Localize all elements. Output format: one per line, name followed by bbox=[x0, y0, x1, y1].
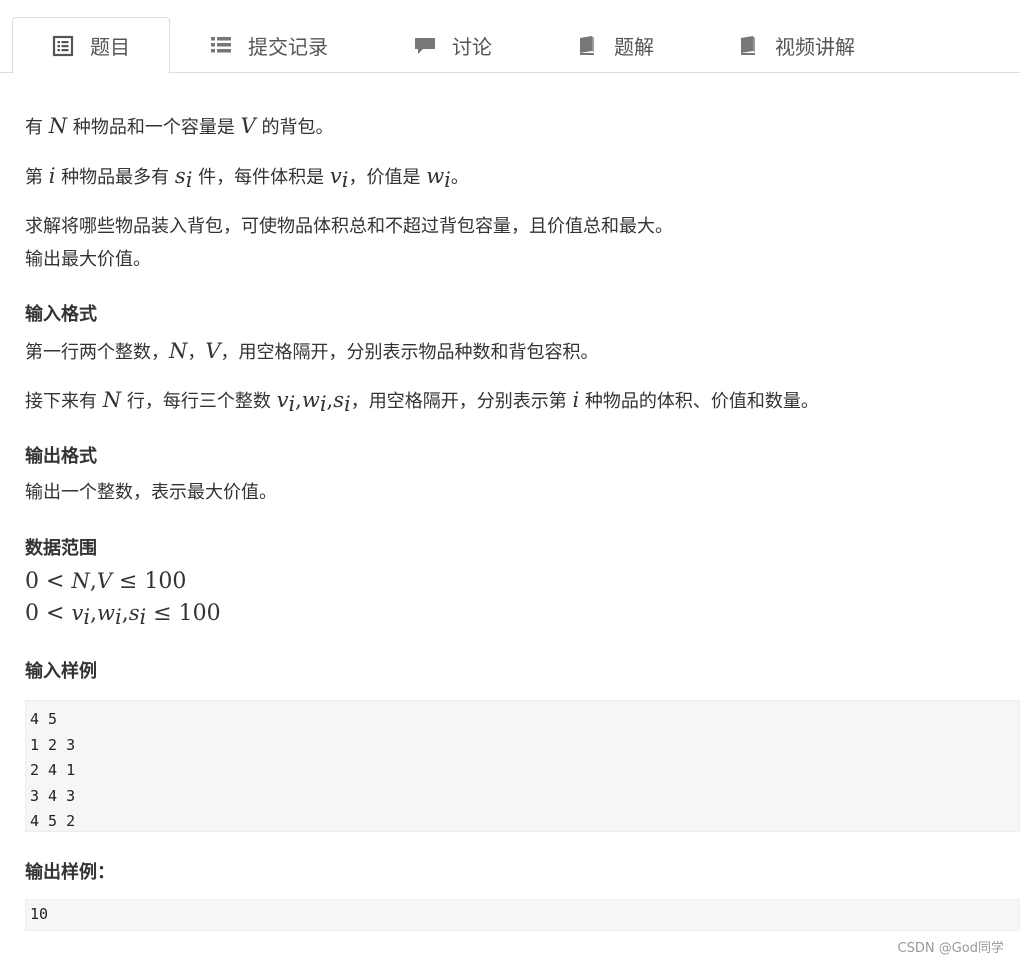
math-w: w bbox=[426, 164, 445, 188]
sample-input-block[interactable]: 4 5 1 2 3 2 4 1 3 4 3 4 5 2 bbox=[25, 700, 1020, 832]
text: 第 bbox=[25, 167, 49, 188]
math-V: V bbox=[205, 339, 221, 363]
math-s: s bbox=[174, 164, 186, 188]
math-comma: , bbox=[90, 601, 98, 626]
data-range-line-2: 0 < vi,wi,si ≤ 100 bbox=[25, 601, 221, 629]
tab-video-explanation[interactable]: 视频讲解 bbox=[737, 17, 855, 73]
sample-output-heading: 输出样例： bbox=[25, 862, 115, 883]
text: ，价值是 bbox=[348, 167, 427, 188]
sample-input-heading: 输入样例 bbox=[25, 661, 97, 682]
text: 种物品的体积、价值和数量。 bbox=[579, 391, 819, 412]
math-subscript: i bbox=[139, 605, 147, 629]
code-line: 1 2 3 bbox=[30, 735, 76, 754]
tab-discussion[interactable]: 讨论 bbox=[414, 17, 492, 73]
text: 接下来有 bbox=[25, 391, 103, 412]
tab-problem-label: 题目 bbox=[90, 35, 130, 59]
comment-icon bbox=[414, 34, 436, 56]
data-range-line-1: 0 < N,V ≤ 100 bbox=[25, 569, 186, 594]
tab-discussion-label: 讨论 bbox=[452, 34, 492, 59]
math-w: w bbox=[97, 601, 116, 625]
math-w: w bbox=[301, 388, 320, 412]
tab-submissions-label: 提交记录 bbox=[248, 34, 328, 59]
code-line: 4 5 2 bbox=[30, 812, 76, 830]
text: 第一行两个整数， bbox=[25, 342, 169, 363]
math-subscript: i bbox=[319, 392, 327, 416]
math-N: N bbox=[102, 388, 122, 412]
book-icon bbox=[576, 34, 598, 56]
output-format-heading: 输出格式 bbox=[25, 446, 97, 467]
data-range-heading: 数据范围 bbox=[25, 538, 97, 559]
math-operator: ≤ bbox=[118, 569, 138, 594]
math-N: N bbox=[71, 569, 90, 593]
math-number: 100 bbox=[178, 601, 221, 626]
tab-solutions-label: 题解 bbox=[614, 34, 654, 59]
description-line-4: 输出最大价值。 bbox=[25, 249, 151, 270]
tab-problem[interactable]: 题目 bbox=[12, 17, 170, 74]
math-number: 0 bbox=[25, 601, 39, 626]
math-number: 100 bbox=[144, 569, 187, 594]
math-operator: < bbox=[46, 569, 65, 594]
math-subscript: i bbox=[444, 168, 451, 192]
math-V: V bbox=[96, 569, 112, 593]
math-N: N bbox=[48, 114, 68, 138]
watermark: CSDN @God同学 bbox=[897, 941, 1004, 956]
description-line-1: 有 N 种物品和一个容量是 V 的背包。 bbox=[25, 113, 333, 141]
math-comma: , bbox=[89, 569, 97, 594]
math-number: 0 bbox=[25, 569, 39, 594]
code-line: 3 4 3 bbox=[30, 786, 76, 805]
math-s: s bbox=[333, 388, 345, 412]
problem-tabs: 题目 提交记录 讨论 题解 视频讲解 bbox=[0, 0, 1020, 74]
math-subscript: i bbox=[115, 605, 122, 629]
input-format-line-1: 第一行两个整数，N，V，用空格隔开，分别表示物品种数和背包容积。 bbox=[25, 338, 599, 366]
description-line-2: 第 i 种物品最多有 si 件，每件体积是 vi，价值是 wi。 bbox=[25, 163, 469, 191]
math-V: V bbox=[240, 114, 256, 138]
tab-video-explanation-label: 视频讲解 bbox=[775, 34, 855, 59]
text: 的背包。 bbox=[255, 117, 334, 138]
text: ，用空格隔开，分别表示物品种数和背包容积。 bbox=[220, 342, 599, 363]
text: 。 bbox=[450, 167, 469, 188]
math-operator: ≤ bbox=[153, 601, 172, 626]
text: 种物品最多有 bbox=[55, 167, 175, 188]
text: ， bbox=[187, 342, 206, 363]
text: 种物品和一个容量是 bbox=[67, 117, 241, 138]
text: 件，每件体积是 bbox=[192, 167, 330, 188]
tab-solutions[interactable]: 题解 bbox=[576, 17, 654, 73]
book-icon bbox=[737, 34, 759, 56]
document-list-icon bbox=[52, 35, 74, 57]
math-v: v bbox=[71, 601, 84, 625]
math-subscript: i bbox=[344, 392, 351, 416]
code-line: 2 4 1 bbox=[30, 761, 76, 779]
math-v: v bbox=[276, 388, 289, 412]
code-line: 4 5 bbox=[30, 710, 58, 728]
output-format-line: 输出一个整数，表示最大价值。 bbox=[25, 482, 277, 503]
code-line: 10 bbox=[30, 905, 49, 923]
text: ，用空格隔开，分别表示第 bbox=[350, 391, 573, 412]
math-N: N bbox=[169, 339, 188, 363]
math-s: s bbox=[128, 601, 140, 625]
text: 有 bbox=[25, 117, 49, 138]
tab-submissions[interactable]: 提交记录 bbox=[210, 17, 328, 73]
math-v: v bbox=[329, 164, 342, 188]
input-format-line-2: 接下来有 N 行，每行三个整数 vi,wi,si，用空格隔开，分别表示第 i 种… bbox=[25, 387, 819, 415]
sample-output-block[interactable]: 10 bbox=[25, 899, 1020, 931]
math-comma: , bbox=[121, 601, 129, 626]
text: 行，每行三个整数 bbox=[121, 391, 277, 412]
input-format-heading: 输入格式 bbox=[25, 304, 97, 325]
list-icon bbox=[210, 34, 232, 56]
math-comma: , bbox=[295, 388, 302, 412]
description-line-3: 求解将哪些物品装入背包，可使物品体积总和不超过背包容量，且价值总和最大。 bbox=[25, 216, 673, 237]
math-operator: < bbox=[46, 601, 65, 626]
